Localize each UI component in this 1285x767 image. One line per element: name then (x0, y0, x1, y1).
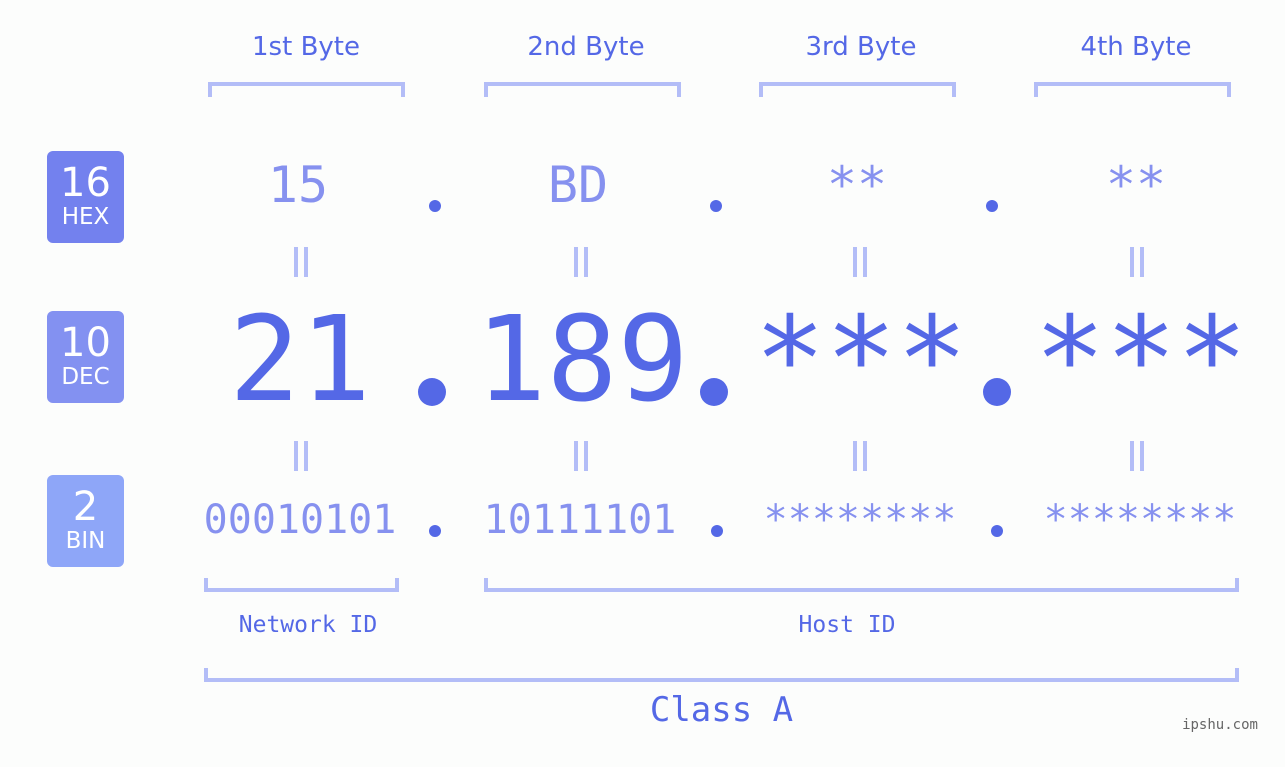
byte-bracket-2 (484, 82, 681, 97)
dec-dot-3 (983, 378, 1011, 406)
equals-icon (851, 441, 867, 471)
bin-dot-1 (429, 525, 441, 537)
byte-bracket-4 (1034, 82, 1231, 97)
equals-icon (292, 247, 308, 277)
dec-value-4: *** (1034, 290, 1248, 428)
dec-value-3: *** (754, 290, 968, 428)
equals-icon (1128, 247, 1144, 277)
bin-value-3: ******** (763, 497, 957, 543)
network-id-label: Network ID (238, 612, 378, 638)
hex-value-3: ** (826, 156, 888, 214)
bin-dot-2 (711, 525, 723, 537)
hex-dot-3 (986, 200, 998, 212)
dec-badge-base: 10 (60, 320, 111, 366)
bin-value-4: ******** (1043, 497, 1237, 543)
host-id-bracket (484, 578, 1239, 592)
network-id-bracket (204, 578, 399, 592)
hex-badge-base: 16 (60, 160, 111, 206)
bin-badge-label: BIN (65, 528, 106, 554)
hex-badge: 16 HEX (47, 151, 124, 243)
byte-bracket-3 (759, 82, 956, 97)
host-id-label: Host ID (798, 612, 896, 638)
hex-dot-1 (429, 200, 441, 212)
class-label: Class A (649, 690, 794, 730)
equals-icon (1128, 441, 1144, 471)
hex-value-2: BD (547, 156, 609, 214)
equals-icon (572, 247, 588, 277)
dec-value-2: 189 (475, 290, 689, 428)
hex-dot-2 (710, 200, 722, 212)
dec-value-1: 21 (228, 290, 372, 428)
dec-badge-label: DEC (61, 364, 110, 390)
byte-bracket-1 (208, 82, 405, 97)
equals-icon (851, 247, 867, 277)
byte-header-2: 2nd Byte (527, 32, 645, 62)
watermark: ipshu.com (1182, 717, 1258, 733)
equals-icon (572, 441, 588, 471)
hex-value-1: 15 (267, 156, 329, 214)
byte-header-1: 1st Byte (252, 32, 360, 62)
byte-header-3: 3rd Byte (805, 32, 917, 62)
dec-dot-2 (700, 378, 728, 406)
bin-value-2: 10111101 (483, 497, 677, 543)
hex-value-4: ** (1105, 156, 1167, 214)
bin-badge-base: 2 (72, 484, 99, 530)
class-bracket (204, 668, 1239, 682)
byte-header-4: 4th Byte (1080, 32, 1192, 62)
hex-badge-label: HEX (61, 204, 110, 230)
dec-badge: 10 DEC (47, 311, 124, 403)
equals-icon (292, 441, 308, 471)
dec-dot-1 (418, 378, 446, 406)
bin-value-1: 00010101 (203, 497, 397, 543)
bin-badge: 2 BIN (47, 475, 124, 567)
bin-dot-3 (991, 525, 1003, 537)
